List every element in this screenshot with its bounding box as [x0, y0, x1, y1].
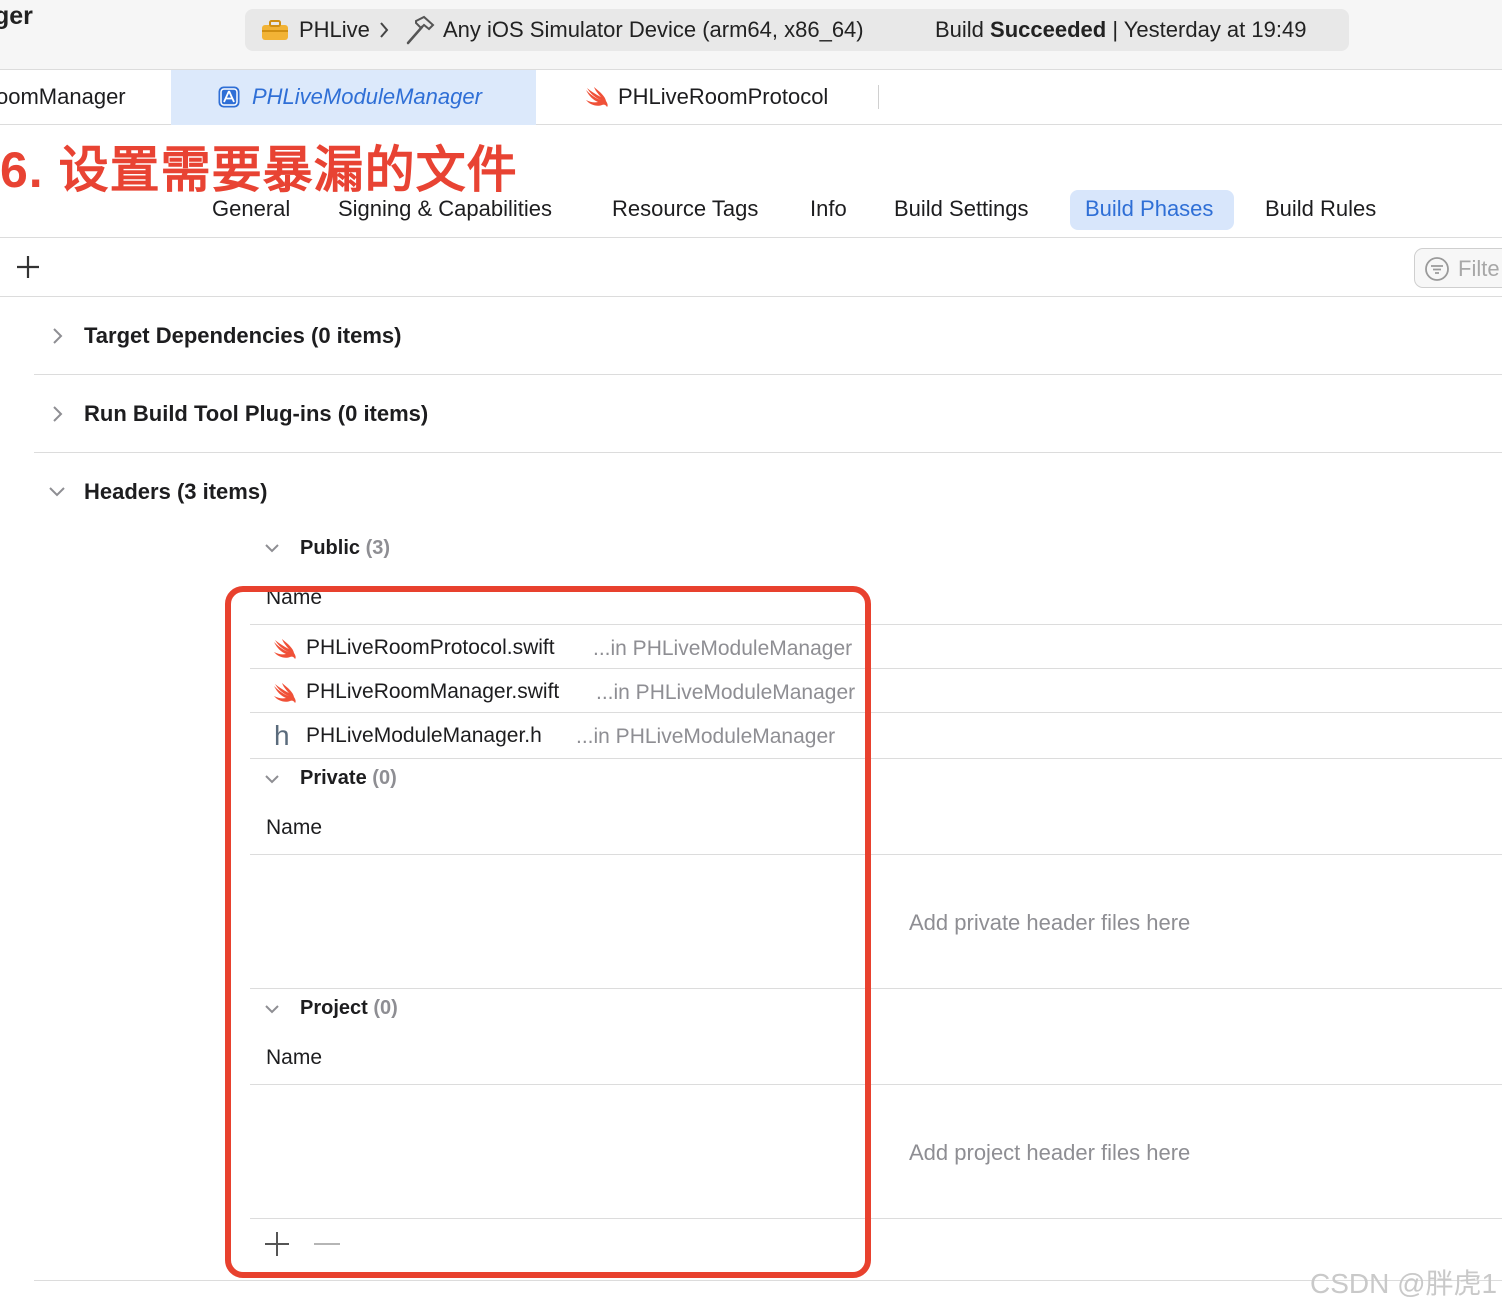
watermark: CSDN @胖虎1 — [1310, 1268, 1498, 1299]
section-public-title: Public — [300, 537, 361, 559]
filter-placeholder: Filte — [1458, 256, 1500, 281]
divider — [34, 1280, 1502, 1281]
chevron-right-icon[interactable] — [50, 403, 66, 425]
phase-target-dependencies[interactable]: Target Dependencies (0 items) — [84, 323, 401, 349]
chevron-down-icon[interactable] — [46, 484, 68, 500]
add-phase-button[interactable] — [14, 253, 42, 281]
file-tab-room-manager[interactable]: oomManager — [0, 84, 126, 110]
tab-separator — [878, 85, 879, 109]
project-headers-placeholder: Add project header files here — [909, 1140, 1191, 1165]
build-timestamp: Yesterday at 19:49 — [1123, 17, 1307, 42]
tab-general[interactable]: General — [212, 196, 290, 222]
section-public[interactable]: Public (3) — [300, 537, 390, 560]
file-tab-room-protocol[interactable]: PHLiveRoomProtocol — [618, 84, 828, 110]
file-tab-module-manager-label[interactable]: PHLiveModuleManager — [252, 84, 482, 110]
chevron-right-icon[interactable] — [50, 325, 66, 347]
build-status-prefix: Build — [935, 17, 984, 42]
tab-build-phases[interactable]: Build Phases — [1085, 196, 1213, 222]
divider — [0, 296, 1502, 297]
tab-signing-capabilities[interactable]: Signing & Capabilities — [338, 196, 552, 222]
tab-info[interactable]: Info — [810, 196, 847, 222]
divider — [34, 452, 1502, 453]
hammer-icon — [406, 15, 435, 45]
build-status: Build Succeeded | Yesterday at 19:49 — [935, 17, 1306, 43]
annotation-highlight-box — [225, 586, 871, 1278]
run-destination[interactable]: Any iOS Simulator Device (arm64, x86_64) — [443, 17, 864, 43]
swift-icon — [586, 87, 608, 107]
tab-build-settings[interactable]: Build Settings — [894, 196, 1029, 222]
divider — [34, 374, 1502, 375]
filter-icon — [1425, 257, 1449, 281]
build-status-separator: | — [1112, 17, 1119, 42]
phase-headers[interactable]: Headers (3 items) — [84, 479, 267, 505]
chevron-down-icon[interactable] — [262, 542, 282, 556]
chevron-right-icon — [380, 22, 389, 38]
tab-build-rules[interactable]: Build Rules — [1265, 196, 1376, 222]
build-status-word: Succeeded — [990, 17, 1107, 42]
window-title: ger — [0, 2, 33, 30]
toolbox-icon — [262, 20, 288, 40]
divider — [0, 237, 1502, 238]
tab-resource-tags[interactable]: Resource Tags — [612, 196, 758, 222]
section-public-count: (3) — [365, 537, 391, 559]
app-target-icon — [218, 86, 240, 108]
private-headers-placeholder: Add private header files here — [909, 910, 1191, 935]
phase-run-build-tool-plugins[interactable]: Run Build Tool Plug-ins (0 items) — [84, 401, 428, 427]
scheme-name[interactable]: PHLive — [299, 17, 370, 43]
annotation-heading: 6. 设置需要暴漏的文件 — [0, 142, 518, 198]
